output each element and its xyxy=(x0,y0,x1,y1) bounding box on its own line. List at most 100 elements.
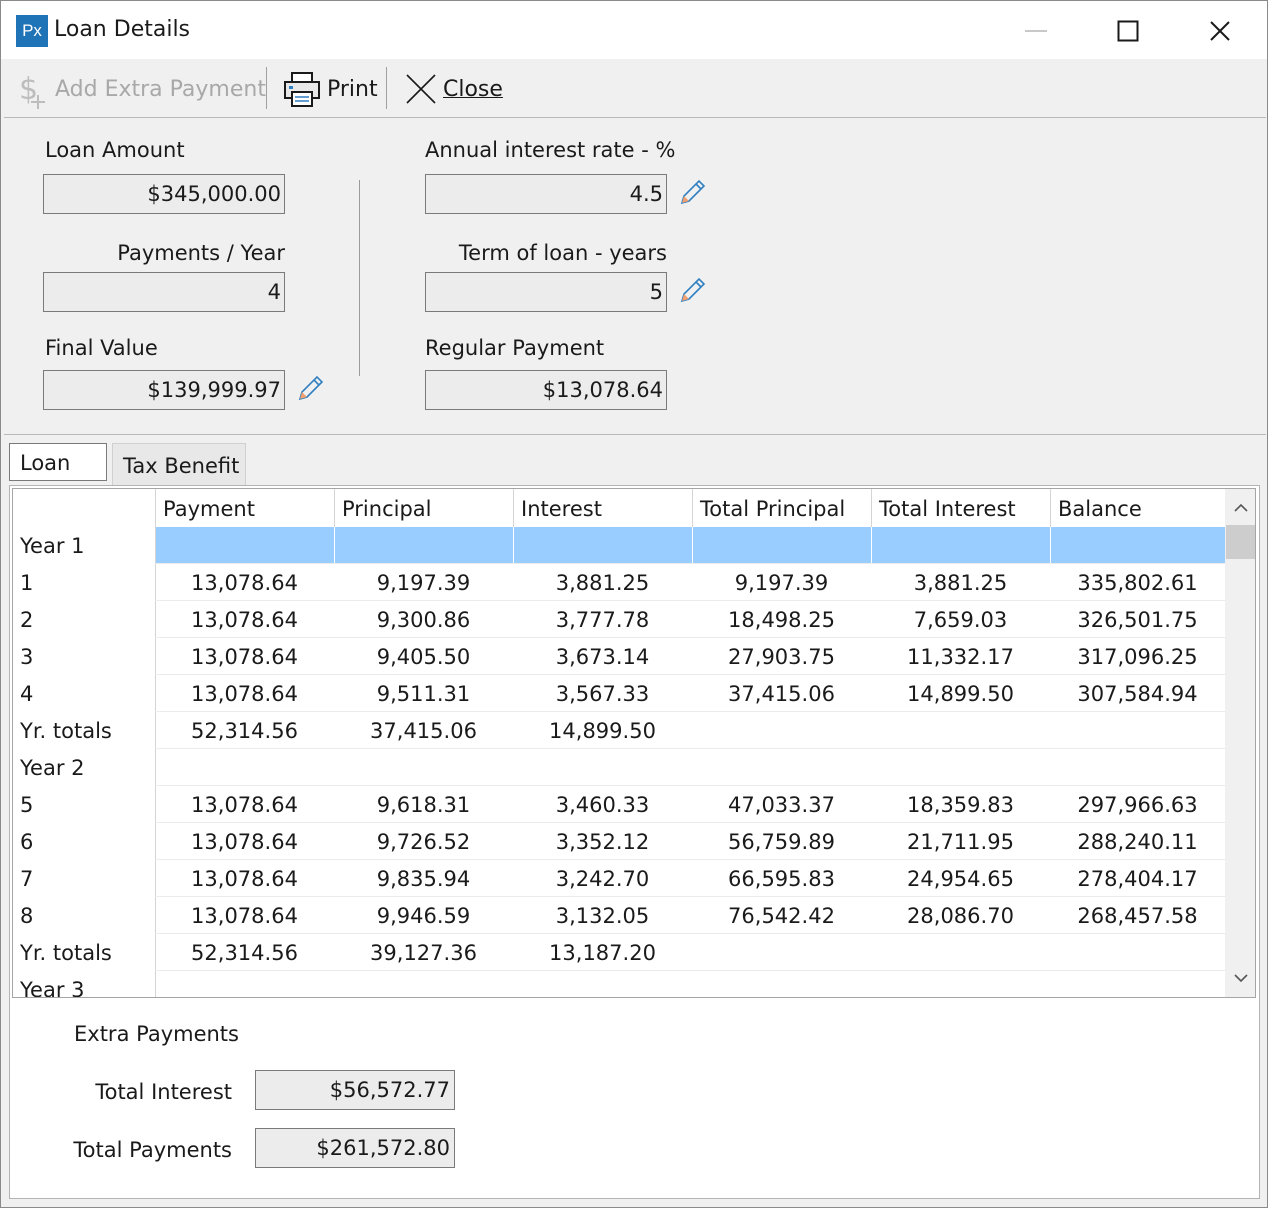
table-cell[interactable]: 28,086.70 xyxy=(871,897,1050,934)
table-cell[interactable]: 3,460.33 xyxy=(513,786,692,823)
table-cell[interactable]: 3,132.05 xyxy=(513,897,692,934)
table-cell[interactable] xyxy=(1050,749,1225,786)
scroll-up-button[interactable] xyxy=(1225,491,1255,525)
table-cell[interactable]: 27,903.75 xyxy=(692,638,871,675)
vertical-scrollbar[interactable] xyxy=(1225,489,1255,997)
table-cell[interactable] xyxy=(513,749,692,786)
amortization-grid[interactable]: Payment Principal Interest Total Principal T… xyxy=(12,488,1256,998)
total-payments-field[interactable]: $261,572.80 xyxy=(255,1128,455,1168)
table-cell[interactable]: 307,584.94 xyxy=(1050,675,1225,712)
table-row[interactable]: 6 13,078.64 9,726.52 3,352.12 56,759.89 21,71… xyxy=(13,823,1225,860)
table-cell[interactable] xyxy=(871,749,1050,786)
table-cell[interactable] xyxy=(155,971,334,997)
scroll-down-button[interactable] xyxy=(1225,961,1255,995)
column-header[interactable]: Principal xyxy=(334,489,513,527)
table-cell[interactable]: 66,595.83 xyxy=(692,860,871,897)
column-header[interactable]: Interest xyxy=(513,489,692,527)
table-row[interactable]: 7 13,078.64 9,835.94 3,242.70 66,595.83 24,95… xyxy=(13,860,1225,897)
table-cell[interactable]: 3,881.25 xyxy=(513,564,692,601)
scroll-thumb[interactable] xyxy=(1226,525,1255,559)
table-cell[interactable] xyxy=(692,527,871,564)
column-header[interactable]: Payment xyxy=(155,489,334,527)
column-header[interactable]: Balance xyxy=(1050,489,1225,527)
table-cell[interactable]: 317,096.25 xyxy=(1050,638,1225,675)
table-cell[interactable]: 14,899.50 xyxy=(513,712,692,749)
table-cell[interactable]: 13,078.64 xyxy=(155,564,334,601)
table-cell[interactable] xyxy=(692,712,871,749)
table-cell[interactable]: 9,405.50 xyxy=(334,638,513,675)
total-interest-field[interactable]: $56,572.77 xyxy=(255,1070,455,1110)
table-cell[interactable]: 3,777.78 xyxy=(513,601,692,638)
table-cell[interactable]: 268,457.58 xyxy=(1050,897,1225,934)
regular-payment-field[interactable]: $13,078.64 xyxy=(425,370,667,410)
pencil-edit-icon[interactable] xyxy=(677,276,707,306)
table-cell[interactable] xyxy=(155,749,334,786)
table-cell[interactable]: 52,314.56 xyxy=(155,934,334,971)
table-cell[interactable]: 13,078.64 xyxy=(155,786,334,823)
tab-tax-benefit[interactable]: Tax Benefit xyxy=(112,443,246,487)
table-cell[interactable]: 335,802.61 xyxy=(1050,564,1225,601)
table-row[interactable]: 4 13,078.64 9,511.31 3,567.33 37,415.06 14,89… xyxy=(13,675,1225,712)
table-cell[interactable]: 39,127.36 xyxy=(334,934,513,971)
table-row[interactable]: Year 2 xyxy=(13,749,1225,786)
table-cell[interactable]: 76,542.42 xyxy=(692,897,871,934)
table-cell[interactable]: 13,078.64 xyxy=(155,823,334,860)
print-button[interactable]: Print xyxy=(283,67,378,111)
table-cell[interactable]: 13,078.64 xyxy=(155,601,334,638)
final-value-field[interactable]: $139,999.97 xyxy=(43,370,285,410)
pencil-edit-icon[interactable] xyxy=(677,178,707,208)
table-cell[interactable]: 13,078.64 xyxy=(155,897,334,934)
table-cell[interactable]: 3,352.12 xyxy=(513,823,692,860)
term-field[interactable]: 5 xyxy=(425,272,667,312)
close-button[interactable]: Close xyxy=(405,67,503,111)
table-cell[interactable]: 9,835.94 xyxy=(334,860,513,897)
table-row[interactable]: Year 1 xyxy=(13,527,1225,564)
minimize-button[interactable] xyxy=(1013,9,1059,53)
column-header[interactable]: Total Interest xyxy=(871,489,1050,527)
table-cell[interactable]: 3,673.14 xyxy=(513,638,692,675)
table-cell[interactable]: 37,415.06 xyxy=(692,675,871,712)
table-cell[interactable]: 288,240.11 xyxy=(1050,823,1225,860)
payments-per-year-field[interactable]: 4 xyxy=(43,272,285,312)
table-cell[interactable] xyxy=(334,971,513,997)
table-cell[interactable]: 13,078.64 xyxy=(155,860,334,897)
table-cell[interactable]: 278,404.17 xyxy=(1050,860,1225,897)
table-cell[interactable] xyxy=(513,527,692,564)
table-cell[interactable] xyxy=(871,934,1050,971)
table-cell[interactable]: 9,300.86 xyxy=(334,601,513,638)
table-row[interactable]: 2 13,078.64 9,300.86 3,777.78 18,498.25 7,659… xyxy=(13,601,1225,638)
table-cell[interactable]: 13,078.64 xyxy=(155,675,334,712)
table-cell[interactable] xyxy=(1050,934,1225,971)
table-cell[interactable]: 13,187.20 xyxy=(513,934,692,971)
table-cell[interactable] xyxy=(692,934,871,971)
table-cell[interactable]: 24,954.65 xyxy=(871,860,1050,897)
column-header[interactable]: Total Principal xyxy=(692,489,871,527)
table-cell[interactable]: 3,881.25 xyxy=(871,564,1050,601)
table-cell[interactable]: 18,498.25 xyxy=(692,601,871,638)
maximize-button[interactable] xyxy=(1105,9,1151,53)
table-cell[interactable] xyxy=(334,749,513,786)
table-cell[interactable]: 21,711.95 xyxy=(871,823,1050,860)
table-row[interactable]: 5 13,078.64 9,618.31 3,460.33 47,033.37 18,35… xyxy=(13,786,1225,823)
interest-rate-field[interactable]: 4.5 xyxy=(425,174,667,214)
table-cell[interactable]: 18,359.83 xyxy=(871,786,1050,823)
loan-amount-field[interactable]: $345,000.00 xyxy=(43,174,285,214)
table-cell[interactable]: 47,033.37 xyxy=(692,786,871,823)
table-cell[interactable] xyxy=(155,527,334,564)
table-cell[interactable]: 13,078.64 xyxy=(155,638,334,675)
table-row[interactable]: Yr. totals 52,314.56 37,415.06 14,899.50 xyxy=(13,712,1225,749)
table-cell[interactable]: 9,618.31 xyxy=(334,786,513,823)
table-cell[interactable]: 14,899.50 xyxy=(871,675,1050,712)
table-row[interactable]: 8 13,078.64 9,946.59 3,132.05 76,542.42 28,08… xyxy=(13,897,1225,934)
table-row[interactable]: 3 13,078.64 9,405.50 3,673.14 27,903.75 11,33… xyxy=(13,638,1225,675)
table-cell[interactable]: 7,659.03 xyxy=(871,601,1050,638)
table-cell[interactable]: 56,759.89 xyxy=(692,823,871,860)
table-cell[interactable]: 9,197.39 xyxy=(334,564,513,601)
table-cell[interactable] xyxy=(1050,971,1225,997)
table-cell[interactable]: 326,501.75 xyxy=(1050,601,1225,638)
table-cell[interactable]: 9,946.59 xyxy=(334,897,513,934)
table-cell[interactable]: 11,332.17 xyxy=(871,638,1050,675)
tab-loan[interactable]: Loan xyxy=(9,443,107,481)
table-cell[interactable]: 9,726.52 xyxy=(334,823,513,860)
table-row[interactable]: Year 3 xyxy=(13,971,1225,997)
